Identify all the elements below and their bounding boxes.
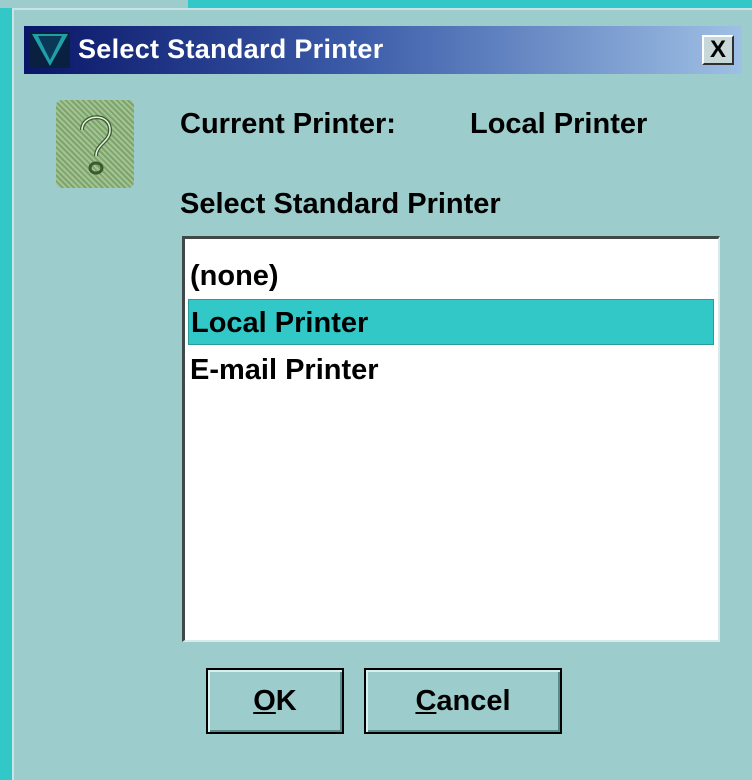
list-item[interactable]: (none) [188, 253, 714, 299]
list-item[interactable]: Local Printer [188, 299, 714, 345]
cancel-button[interactable]: Cancel [364, 668, 562, 734]
app-logo-icon [30, 32, 70, 68]
ok-button[interactable]: OK [206, 668, 344, 734]
select-printer-label: Select Standard Printer [180, 188, 501, 220]
close-icon: X [709, 36, 726, 63]
current-printer-value: Local Printer [470, 108, 648, 140]
ok-label-rest: K [275, 684, 297, 717]
window-title: Select Standard Printer [78, 34, 384, 64]
title-bar[interactable]: Select Standard Printer X [24, 26, 742, 74]
current-printer-label: Current Printer: [180, 108, 396, 140]
list-item[interactable]: E-mail Printer [188, 347, 714, 393]
cancel-label-rest: ancel [436, 684, 511, 717]
select-printer-dialog: Select Standard Printer X Current Printe… [12, 8, 752, 780]
close-button[interactable]: X [702, 35, 734, 65]
ok-mnemonic: O [253, 684, 276, 717]
cancel-mnemonic: C [415, 684, 437, 717]
background-strip [0, 0, 188, 8]
question-mark-icon [56, 100, 134, 188]
printer-list[interactable]: (none) Local Printer E-mail Printer [182, 236, 720, 642]
